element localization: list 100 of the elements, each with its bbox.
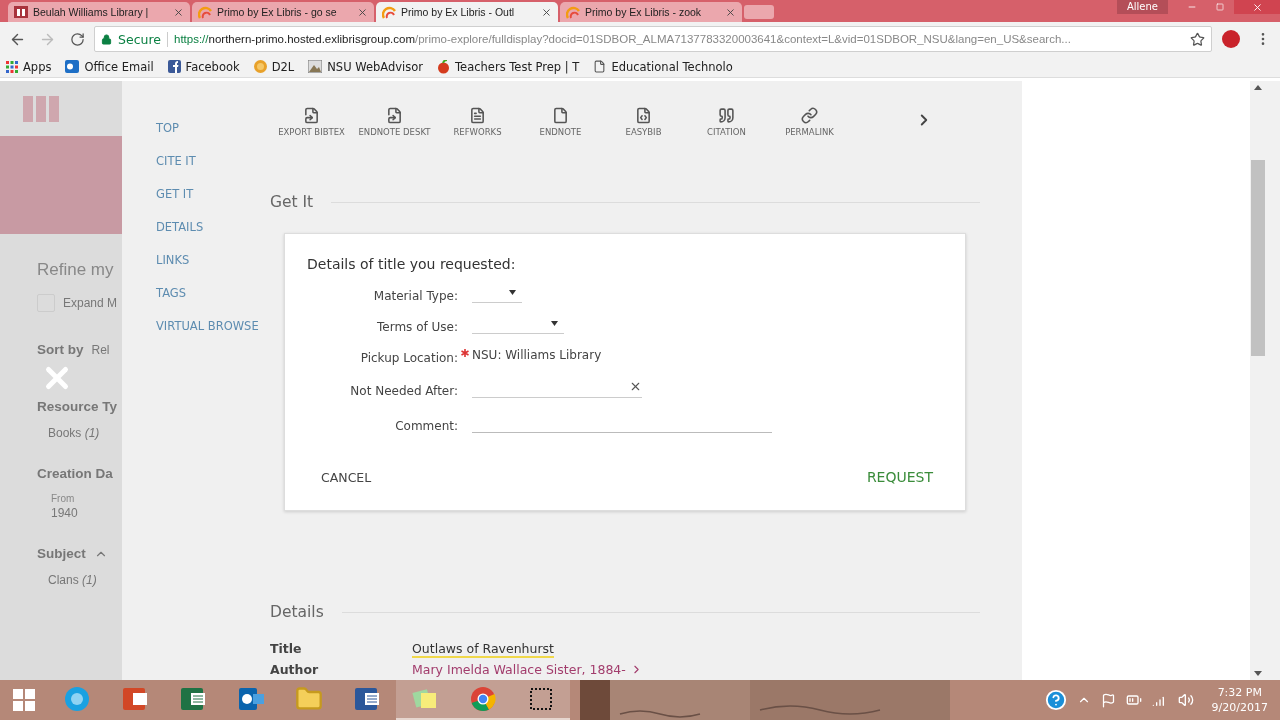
cancel-button[interactable]: CANCEL: [321, 465, 372, 489]
bookmark-link[interactable]: Facebook: [167, 59, 240, 74]
browser-tab[interactable]: Primo by Ex Libris - Outl: [376, 2, 558, 22]
maximize-icon: [1216, 3, 1224, 11]
social-icon: [167, 60, 181, 73]
author-link[interactable]: Mary Imelda Wallace Sister, 1884-: [412, 662, 980, 677]
cite-action[interactable]: PERMALINK: [768, 107, 851, 137]
field-label: Terms of Use:: [376, 320, 458, 334]
facet-item[interactable]: Books (1): [48, 426, 122, 440]
section-link[interactable]: TOP: [156, 121, 270, 135]
flag-icon[interactable]: [1100, 692, 1116, 708]
title-link[interactable]: Outlaws of Ravenhurst: [412, 641, 554, 658]
facet-title[interactable]: Resource Ty: [37, 399, 118, 414]
file-icon: [552, 107, 569, 124]
facet-item[interactable]: Clans (1): [48, 573, 122, 587]
section-link[interactable]: TAGS: [156, 286, 270, 300]
close-icon[interactable]: [357, 6, 368, 18]
close-icon: [1251, 1, 1263, 13]
bookmark-link[interactable]: NSU WebAdvisor: [308, 59, 424, 74]
cite-action[interactable]: REFWORKS: [436, 107, 519, 137]
sort-value[interactable]: Rel: [91, 342, 110, 357]
rainbow-icon: [566, 5, 580, 19]
battery-icon[interactable]: [1125, 692, 1142, 708]
quote-icon: [718, 107, 735, 124]
browser-tab[interactable]: Primo by Ex Libris - zook: [560, 2, 742, 22]
file-arrow-icon: [303, 107, 320, 124]
file-lines-icon: [469, 107, 486, 124]
rainbow-icon: [382, 5, 396, 19]
library-icon: [14, 6, 28, 18]
secure-label: Secure: [118, 31, 168, 47]
form-title: Details of title you requested:: [307, 256, 517, 272]
close-icon[interactable]: [725, 6, 736, 18]
section-heading: Details: [270, 603, 324, 621]
cite-action[interactable]: CITATION: [685, 107, 768, 137]
cite-action[interactable]: ENDNOTE DESKT: [353, 107, 436, 137]
taskbar-app[interactable]: [512, 680, 570, 720]
facet-title[interactable]: Creation Da: [37, 466, 113, 481]
panel-title: Refine my: [37, 260, 115, 280]
field-label: Pickup Location:: [359, 351, 458, 365]
close-icon[interactable]: [541, 6, 552, 18]
browser-icon: [469, 685, 497, 713]
bookmark-link[interactable]: D2L: [253, 59, 295, 74]
scroll-thumb[interactable]: [1251, 160, 1265, 356]
reload-icon: [69, 31, 85, 47]
cite-action[interactable]: EXPORT BIBTEX: [270, 107, 353, 137]
bookmark-link[interactable]: Teachers Test Prep | T: [437, 59, 580, 74]
folder-icon: [295, 685, 323, 713]
section-link[interactable]: LINKS: [156, 253, 270, 267]
extension-icon[interactable]: [1222, 30, 1240, 48]
mail-icon: [65, 60, 80, 73]
address-bar[interactable]: Secure https://northern-primo.hosted.exlibrisgroup.com/primo-explore/fulldisplay?docid=01SDBOR_ALMA7137783320003641&context=L&vid=01SDBOR_NSU&lang=en_US&search...: [94, 26, 1212, 52]
from-value[interactable]: 1940: [51, 506, 122, 520]
section-link[interactable]: VIRTUAL BROWSE: [156, 319, 270, 333]
volume-icon[interactable]: [1177, 692, 1194, 708]
request-button[interactable]: REQUEST: [866, 465, 933, 489]
caret-icon: [551, 321, 558, 326]
from-label: From: [51, 493, 76, 504]
field-label: Comment:: [394, 419, 458, 433]
bookmark-link[interactable]: Educational Technolo: [593, 59, 733, 74]
bookmark-link[interactable]: Apps: [6, 59, 52, 74]
facet-title[interactable]: Subject: [37, 546, 86, 561]
section-link[interactable]: DETAILS: [156, 220, 270, 234]
document-icon: [353, 685, 381, 713]
help-icon[interactable]: [1044, 689, 1067, 711]
lock-icon: [101, 33, 112, 45]
sort-label: Sort by: [37, 342, 84, 357]
detail-label: Author: [270, 662, 320, 677]
profile-name[interactable]: Allene: [1116, 0, 1168, 14]
cite-action[interactable]: ENDNOTE: [519, 107, 602, 137]
detail-label: Title: [270, 641, 303, 658]
page-icon: [593, 60, 607, 73]
clear-icon[interactable]: [629, 380, 642, 393]
browser-tab[interactable]: Primo by Ex Libris - go se: [192, 2, 374, 22]
section-link[interactable]: GET IT: [156, 187, 270, 201]
checkbox-label: Expand M: [63, 296, 118, 310]
link-icon: [801, 107, 818, 124]
field-label: Material Type:: [372, 289, 458, 303]
snip-icon: [527, 685, 555, 713]
section-heading: Get It: [270, 193, 314, 211]
spreadsheet-icon: [179, 685, 207, 713]
bookmark-link[interactable]: Office Email: [65, 59, 154, 74]
file-icon: [635, 107, 652, 124]
picture-icon: [308, 60, 323, 73]
rainbow-icon: [198, 5, 212, 19]
field-value: NSU: Williams Library: [472, 348, 602, 362]
start-icon: [13, 689, 35, 711]
slides-icon: [121, 685, 149, 713]
close-icon[interactable]: [173, 6, 184, 18]
url-text: https://northern-primo.hosted.exlibrisgroup.com/primo-explore/fulldisplay?docid=01SDBOR_ALMA7137783320003641&context=L&vid=01SDBOR_NSU&lang=en_US&search...: [174, 33, 1072, 45]
cite-action[interactable]: EASYBIB: [602, 107, 685, 137]
logo-icon: [23, 93, 59, 124]
apple-icon: [437, 59, 451, 74]
section-link[interactable]: CITE IT: [156, 154, 270, 168]
chat-icon: [63, 685, 91, 713]
coin-icon: [253, 60, 267, 73]
field-label: Not Needed After:: [349, 384, 458, 398]
file-arrow-icon: [386, 107, 403, 124]
bookmark-star-icon[interactable]: [1190, 31, 1205, 47]
browser-tab[interactable]: Beulah Williams Library |: [8, 2, 190, 22]
clock[interactable]: 7:32 PM 9/20/2017: [1211, 685, 1268, 715]
